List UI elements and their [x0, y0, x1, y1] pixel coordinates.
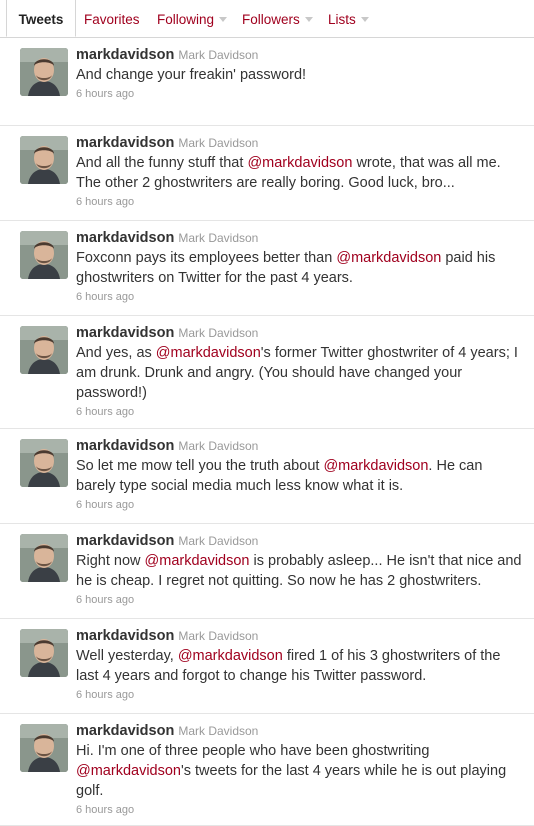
screen-name-link[interactable]: markdavidson [76, 135, 174, 151]
tweet: markdavidson Mark Davidson So let me mow t… [0, 429, 534, 524]
tweet: markdavidson Mark Davidson Right now @mark… [0, 524, 534, 619]
tab-tweets-label: Tweets [18, 12, 64, 27]
tweet-header: markdavidson Mark Davidson [76, 626, 522, 646]
tweet-header: markdavidson Mark Davidson [76, 323, 522, 343]
mention-link[interactable]: @markdavidson [323, 458, 428, 474]
tweet-content: markdavidson Mark Davidson And change your… [76, 45, 522, 101]
timestamp-link[interactable]: 6 hours ago [76, 195, 522, 209]
full-name: Mark Davidson [178, 724, 259, 738]
mention-link[interactable]: @markdavidson [336, 250, 441, 266]
tweet-text: Hi. I'm one of three people who have bee… [76, 741, 522, 801]
tab-lists-label: Lists [328, 12, 356, 27]
tweet-text-segment: And change your freakin' password! [76, 67, 307, 83]
timestamp-link[interactable]: 6 hours ago [76, 498, 522, 512]
tweet-text-segment: Hi. I'm one of three people who have bee… [76, 743, 430, 759]
chevron-down-icon [219, 17, 228, 22]
tweet-content: markdavidson Mark Davidson Well yesterday,… [76, 626, 522, 702]
tab-following-label: Following [157, 12, 215, 27]
screen-name-link[interactable]: markdavidson [76, 723, 174, 739]
avatar[interactable] [20, 48, 68, 96]
tweet: markdavidson Mark Davidson And change your… [0, 38, 534, 126]
tweet-text: And change your freakin' password! [76, 65, 522, 85]
screen-name-link[interactable]: markdavidson [76, 230, 174, 246]
timestamp-link[interactable]: 6 hours ago [76, 688, 522, 702]
screen-name-link[interactable]: markdavidson [76, 533, 174, 549]
tweet-content: markdavidson Mark Davidson So let me mow t… [76, 436, 522, 512]
avatar[interactable] [20, 326, 68, 374]
avatar[interactable] [20, 534, 68, 582]
timestamp-link[interactable]: 6 hours ago [76, 803, 522, 817]
screen-name-link[interactable]: markdavidson [76, 438, 174, 454]
timestamp-link[interactable]: 6 hours ago [76, 87, 522, 101]
tweet: markdavidson Mark Davidson Well yesterday,… [0, 619, 534, 714]
tweet: markdavidson Mark Davidson And all the fun… [0, 126, 534, 221]
tweet-content: markdavidson Mark Davidson Foxconn pays it… [76, 228, 522, 304]
tweet-text: And all the funny stuff that @markdavids… [76, 153, 522, 193]
full-name: Mark Davidson [178, 48, 259, 62]
mention-link[interactable]: @markdavidson [156, 345, 261, 361]
avatar[interactable] [20, 724, 68, 772]
full-name: Mark Davidson [178, 136, 259, 150]
screen-name-link[interactable]: markdavidson [76, 47, 174, 63]
full-name: Mark Davidson [178, 439, 259, 453]
tweet-header: markdavidson Mark Davidson [76, 133, 522, 153]
screen-name-link[interactable]: markdavidson [76, 628, 174, 644]
tweet-content: markdavidson Mark Davidson And all the fun… [76, 133, 522, 209]
tweet-text-segment: Well yesterday, [76, 648, 178, 664]
full-name: Mark Davidson [178, 534, 259, 548]
avatar[interactable] [20, 629, 68, 677]
full-name: Mark Davidson [178, 629, 259, 643]
tab-tweets[interactable]: Tweets [6, 0, 76, 37]
timestamp-link[interactable]: 6 hours ago [76, 593, 522, 607]
tab-favorites[interactable]: Favorites [84, 0, 140, 37]
chevron-down-icon [360, 17, 369, 22]
chevron-down-icon [304, 17, 313, 22]
tweet-header: markdavidson Mark Davidson [76, 45, 522, 65]
profile-tabs: Tweets Favorites Following Followers Lis… [0, 0, 534, 38]
tweet-text: Well yesterday, @markdavidson fired 1 of… [76, 646, 522, 686]
tweet-text: Foxconn pays its employees better than @… [76, 248, 522, 288]
tweet-header: markdavidson Mark Davidson [76, 721, 522, 741]
tweet-text-segment: And all the funny stuff that [76, 155, 248, 171]
mention-link[interactable]: @markdavidson [145, 553, 250, 569]
avatar[interactable] [20, 231, 68, 279]
tweet-text-segment: Foxconn pays its employees better than [76, 250, 337, 266]
tweet: markdavidson Mark Davidson Foxconn pays it… [0, 221, 534, 316]
avatar[interactable] [20, 136, 68, 184]
tab-followers-label: Followers [242, 12, 300, 27]
avatar[interactable] [20, 439, 68, 487]
tweet-text: And yes, as @markdavidson's former Twitt… [76, 343, 522, 403]
tweet-text-segment: Right now [76, 553, 145, 569]
tweet-text: So let me mow tell you the truth about @… [76, 456, 522, 496]
tweet-content: markdavidson Mark Davidson Hi. I'm one of … [76, 721, 522, 817]
tab-lists[interactable]: Lists [328, 0, 369, 37]
tweet-header: markdavidson Mark Davidson [76, 228, 522, 248]
tab-following[interactable]: Following [157, 0, 228, 37]
tweet-text-segment: So let me mow tell you the truth about [76, 458, 324, 474]
tweet-text-segment: And yes, as [76, 345, 156, 361]
tab-favorites-label: Favorites [84, 12, 140, 27]
tweet-header: markdavidson Mark Davidson [76, 436, 522, 456]
mention-link[interactable]: @markdavidson [247, 155, 352, 171]
timestamp-link[interactable]: 6 hours ago [76, 405, 522, 419]
tweet-content: markdavidson Mark Davidson Right now @mark… [76, 531, 522, 607]
tweet: markdavidson Mark Davidson And yes, as @ma… [0, 316, 534, 429]
mention-link[interactable]: @markdavidson [178, 648, 283, 664]
tweet-header: markdavidson Mark Davidson [76, 531, 522, 551]
full-name: Mark Davidson [178, 326, 259, 340]
timestamp-link[interactable]: 6 hours ago [76, 290, 522, 304]
tab-followers[interactable]: Followers [242, 0, 313, 37]
tweet-content: markdavidson Mark Davidson And yes, as @ma… [76, 323, 522, 419]
mention-link[interactable]: @markdavidson [76, 763, 181, 779]
screen-name-link[interactable]: markdavidson [76, 325, 174, 341]
full-name: Mark Davidson [178, 231, 259, 245]
tweet-text: Right now @markdavidson is probably asle… [76, 551, 522, 591]
tweet-stream: markdavidson Mark Davidson And change your… [0, 38, 534, 826]
tweet: markdavidson Mark Davidson Hi. I'm one of … [0, 714, 534, 826]
